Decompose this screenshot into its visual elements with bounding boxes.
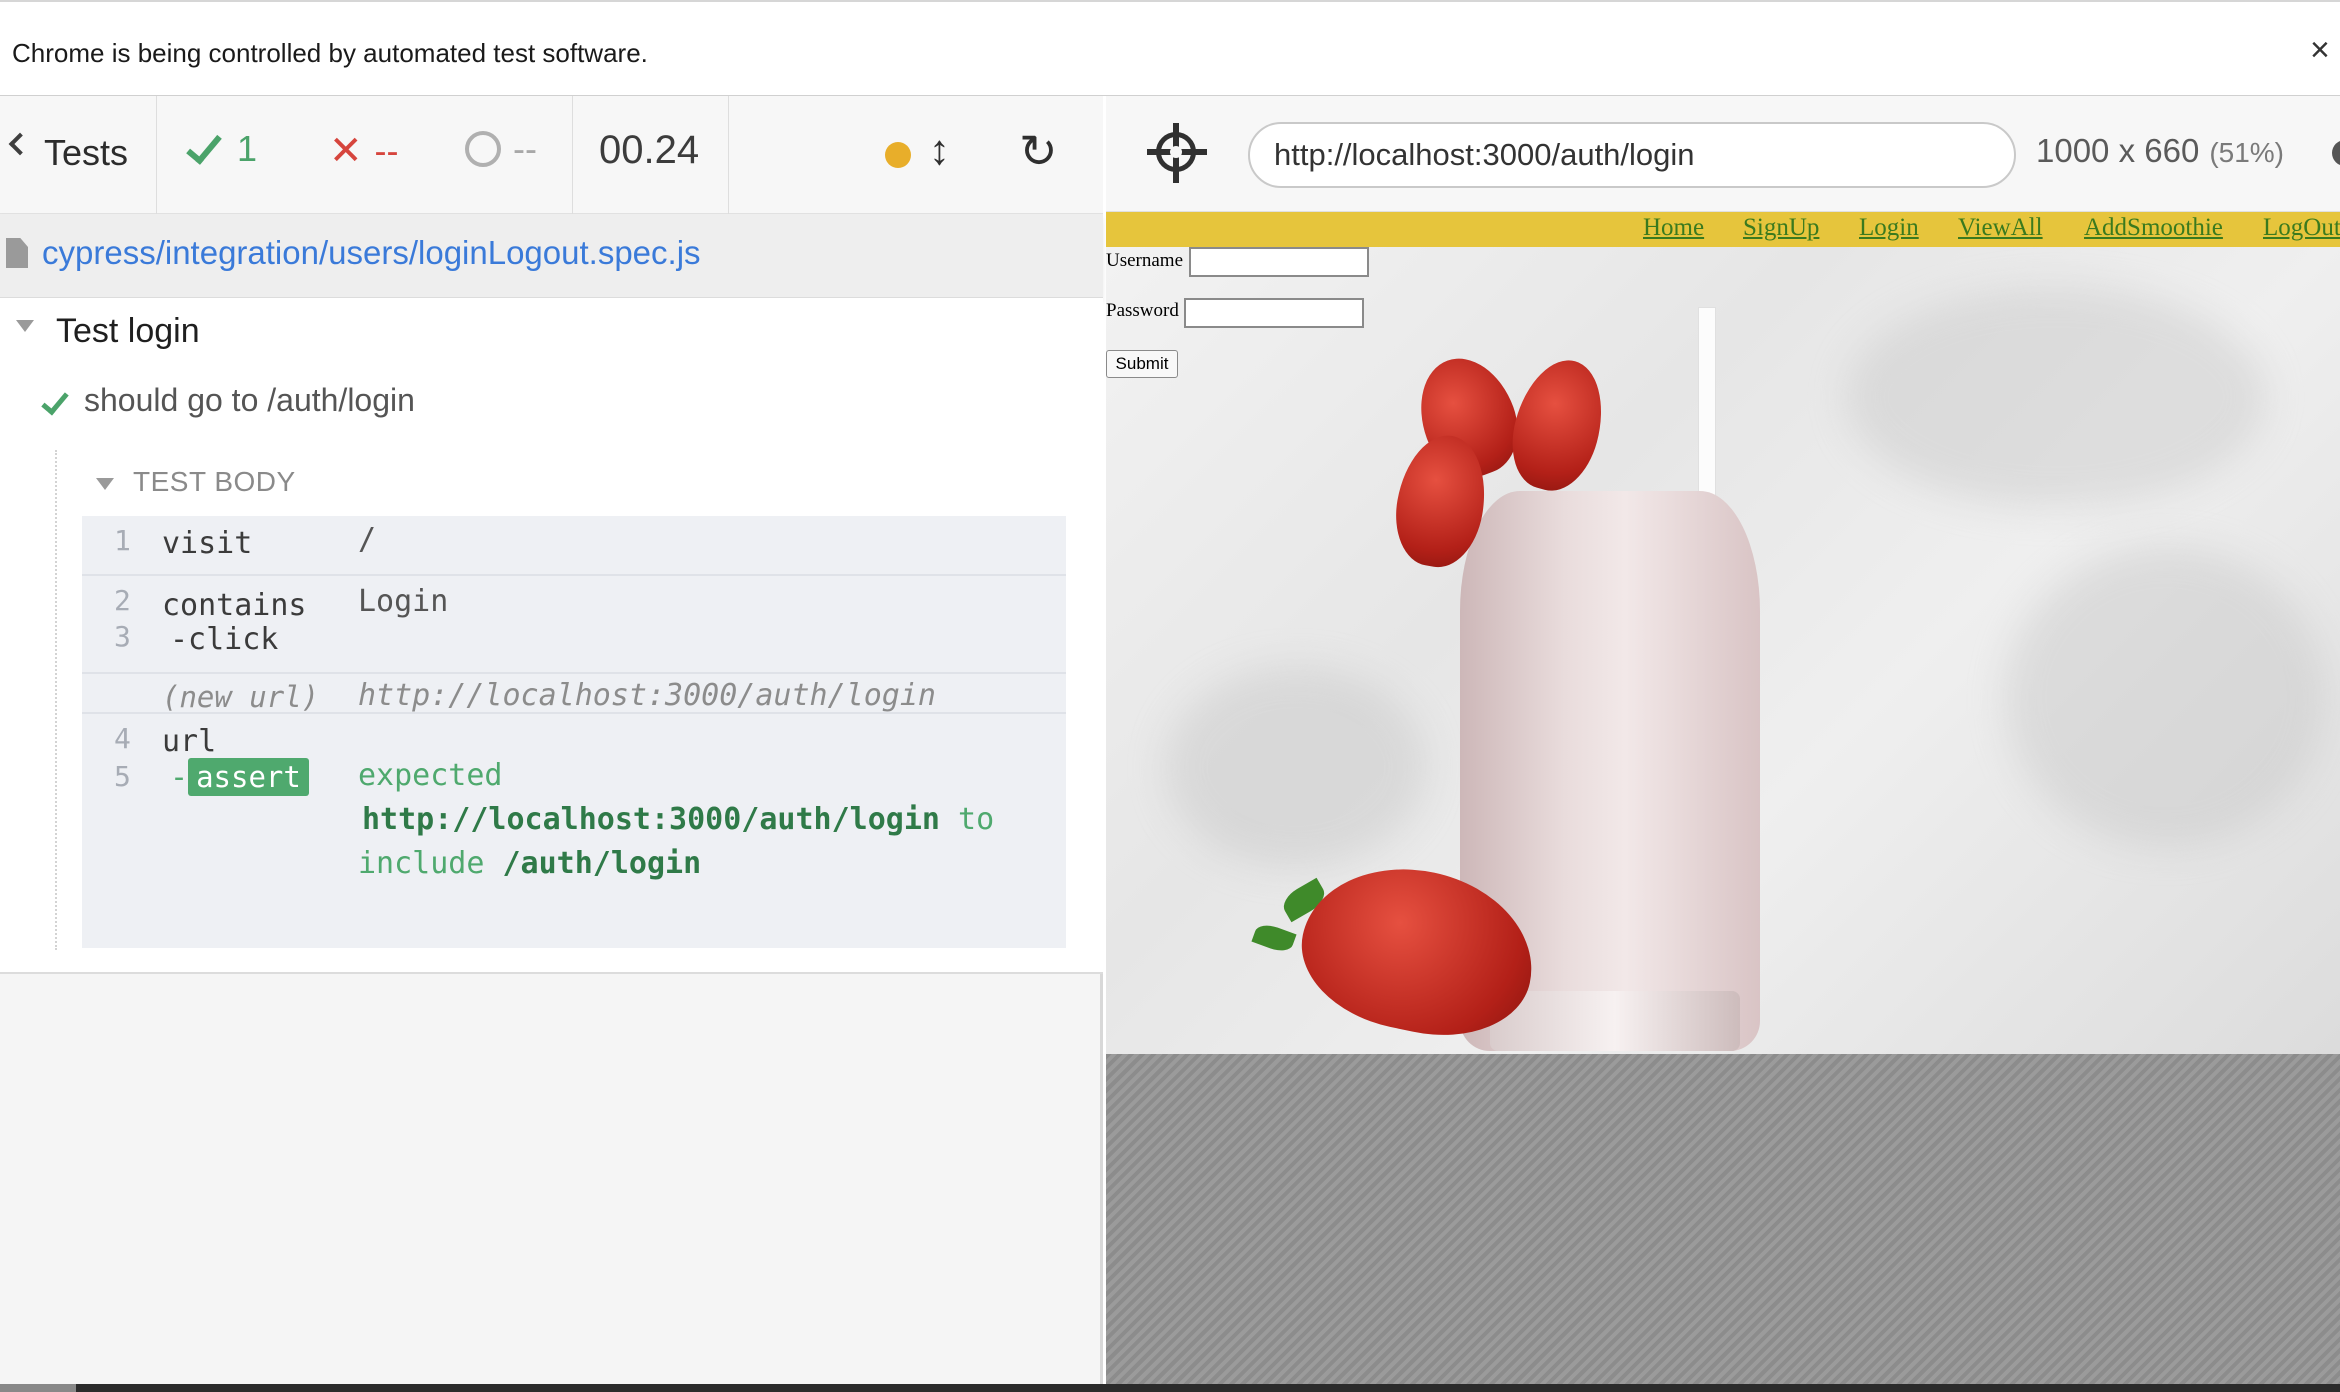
- app-navbar: Home SignUp Login ViewAll AddSmoothie Lo…: [1106, 212, 2340, 247]
- infobar-message: Chrome is being controlled by automated …: [12, 38, 648, 68]
- command-message: /: [358, 522, 377, 557]
- username-input[interactable]: [1189, 247, 1369, 277]
- command-number: 1: [114, 524, 131, 557]
- command-number: 5: [114, 760, 131, 793]
- reporter-panel: Tests 1 ✕ -- -- 00.24 ↕ ↻ cypress/integr…: [0, 96, 1103, 1392]
- suite-title[interactable]: Test login: [56, 312, 200, 351]
- spec-file-bar: cypress/integration/users/loginLogout.sp…: [0, 214, 1103, 298]
- command-row[interactable]: 4 url: [82, 712, 1066, 759]
- command-row[interactable]: 5 - assert expected http://localhost:3000…: [82, 752, 1066, 948]
- test-panel: Test login should go to /auth/login TEST…: [0, 298, 1103, 974]
- assert-badge: assert: [188, 758, 309, 796]
- nav-link-signup[interactable]: SignUp: [1743, 214, 1819, 242]
- url-bar[interactable]: [1248, 122, 2016, 188]
- reporter-header: Tests 1 ✕ -- -- 00.24 ↕ ↻: [0, 96, 1103, 214]
- passed-count: 1: [186, 127, 258, 170]
- new-url-label: (new url): [162, 680, 320, 714]
- pending-value: --: [513, 128, 537, 169]
- command-row[interactable]: 1 visit /: [82, 516, 1066, 574]
- command-number: 2: [114, 584, 131, 617]
- command-message: http://localhost:3000/auth/login to: [362, 802, 995, 837]
- nav-link-home[interactable]: Home: [1643, 214, 1704, 242]
- aut-empty-area: [1106, 1054, 2340, 1392]
- username-label: Username: [1106, 250, 1184, 271]
- aut-header: 1000 x 660(51%): [1106, 96, 2340, 212]
- duration-value: 00.24: [599, 128, 700, 172]
- duration-cell: 00.24: [573, 96, 729, 214]
- chevron-left-icon: [8, 132, 32, 156]
- command-row[interactable]: 3 -click: [82, 614, 1066, 672]
- command-name: - assert: [170, 758, 309, 796]
- command-message: expected: [358, 758, 503, 793]
- command-number: 4: [114, 722, 131, 755]
- tests-button[interactable]: Tests: [0, 96, 157, 214]
- test-body-label[interactable]: TEST BODY: [133, 466, 296, 498]
- reporter-controls: ↕ ↻: [729, 96, 1103, 214]
- command-message: include /auth/login: [358, 846, 702, 881]
- stats-bar: 1 ✕ -- --: [157, 96, 573, 214]
- command-name: visit: [162, 526, 253, 561]
- submit-button[interactable]: Submit: [1106, 350, 1178, 378]
- automation-infobar: Chrome is being controlled by automated …: [0, 0, 2340, 96]
- x-icon: ✕: [329, 129, 363, 173]
- command-number: 3: [114, 620, 131, 653]
- new-url-value: http://localhost:3000/auth/login: [358, 678, 936, 713]
- command-name: -click: [170, 622, 279, 657]
- pending-circle-icon: [465, 131, 501, 167]
- command-row[interactable]: 2 contains Login: [82, 574, 1066, 623]
- scroll-arrows-icon[interactable]: ↕: [929, 126, 950, 174]
- url-input[interactable]: [1274, 136, 1994, 174]
- smoothie-background-image: [1106, 247, 2340, 1054]
- failed-value: --: [374, 130, 399, 171]
- bottom-strip-light: [0, 1384, 76, 1392]
- reload-icon[interactable]: ↻: [1019, 124, 1058, 178]
- app-under-test: Home SignUp Login ViewAll AddSmoothie Lo…: [1106, 212, 2340, 1054]
- command-log: 1 visit / 2 contains Login 3 -click (new…: [82, 516, 1066, 948]
- viewport-size[interactable]: 1000 x 660 (51%): [2036, 132, 2284, 170]
- password-input[interactable]: [1184, 298, 1364, 328]
- selector-playground-icon[interactable]: [1147, 123, 1207, 183]
- collapse-triangle-icon[interactable]: [16, 320, 34, 332]
- bottom-strip: [0, 1384, 2340, 1392]
- test-indent-line: [55, 450, 57, 950]
- passed-value: 1: [237, 128, 258, 169]
- pending-count: --: [465, 128, 537, 170]
- info-icon[interactable]: [2332, 140, 2340, 166]
- new-url-row: (new url) http://localhost:3000/auth/log…: [82, 672, 1066, 714]
- scale-percent: (51%): [2209, 137, 2285, 168]
- running-indicator-icon: [885, 142, 911, 168]
- file-icon: [6, 238, 28, 268]
- check-icon: [41, 386, 69, 416]
- nav-link-login[interactable]: Login: [1859, 214, 1919, 242]
- nav-link-logout[interactable]: LogOut: [2263, 214, 2340, 242]
- spec-path-link[interactable]: cypress/integration/users/loginLogout.sp…: [42, 234, 701, 272]
- tests-label: Tests: [44, 132, 129, 173]
- test-title[interactable]: should go to /auth/login: [84, 382, 415, 419]
- nav-link-addsmoothie[interactable]: AddSmoothie: [2084, 214, 2223, 242]
- check-icon: [186, 127, 222, 165]
- collapse-triangle-icon[interactable]: [96, 478, 114, 490]
- close-icon[interactable]: ×: [2310, 32, 2340, 68]
- failed-count: ✕ --: [329, 128, 399, 174]
- password-label: Password: [1106, 300, 1179, 321]
- nav-link-viewall[interactable]: ViewAll: [1958, 214, 2043, 242]
